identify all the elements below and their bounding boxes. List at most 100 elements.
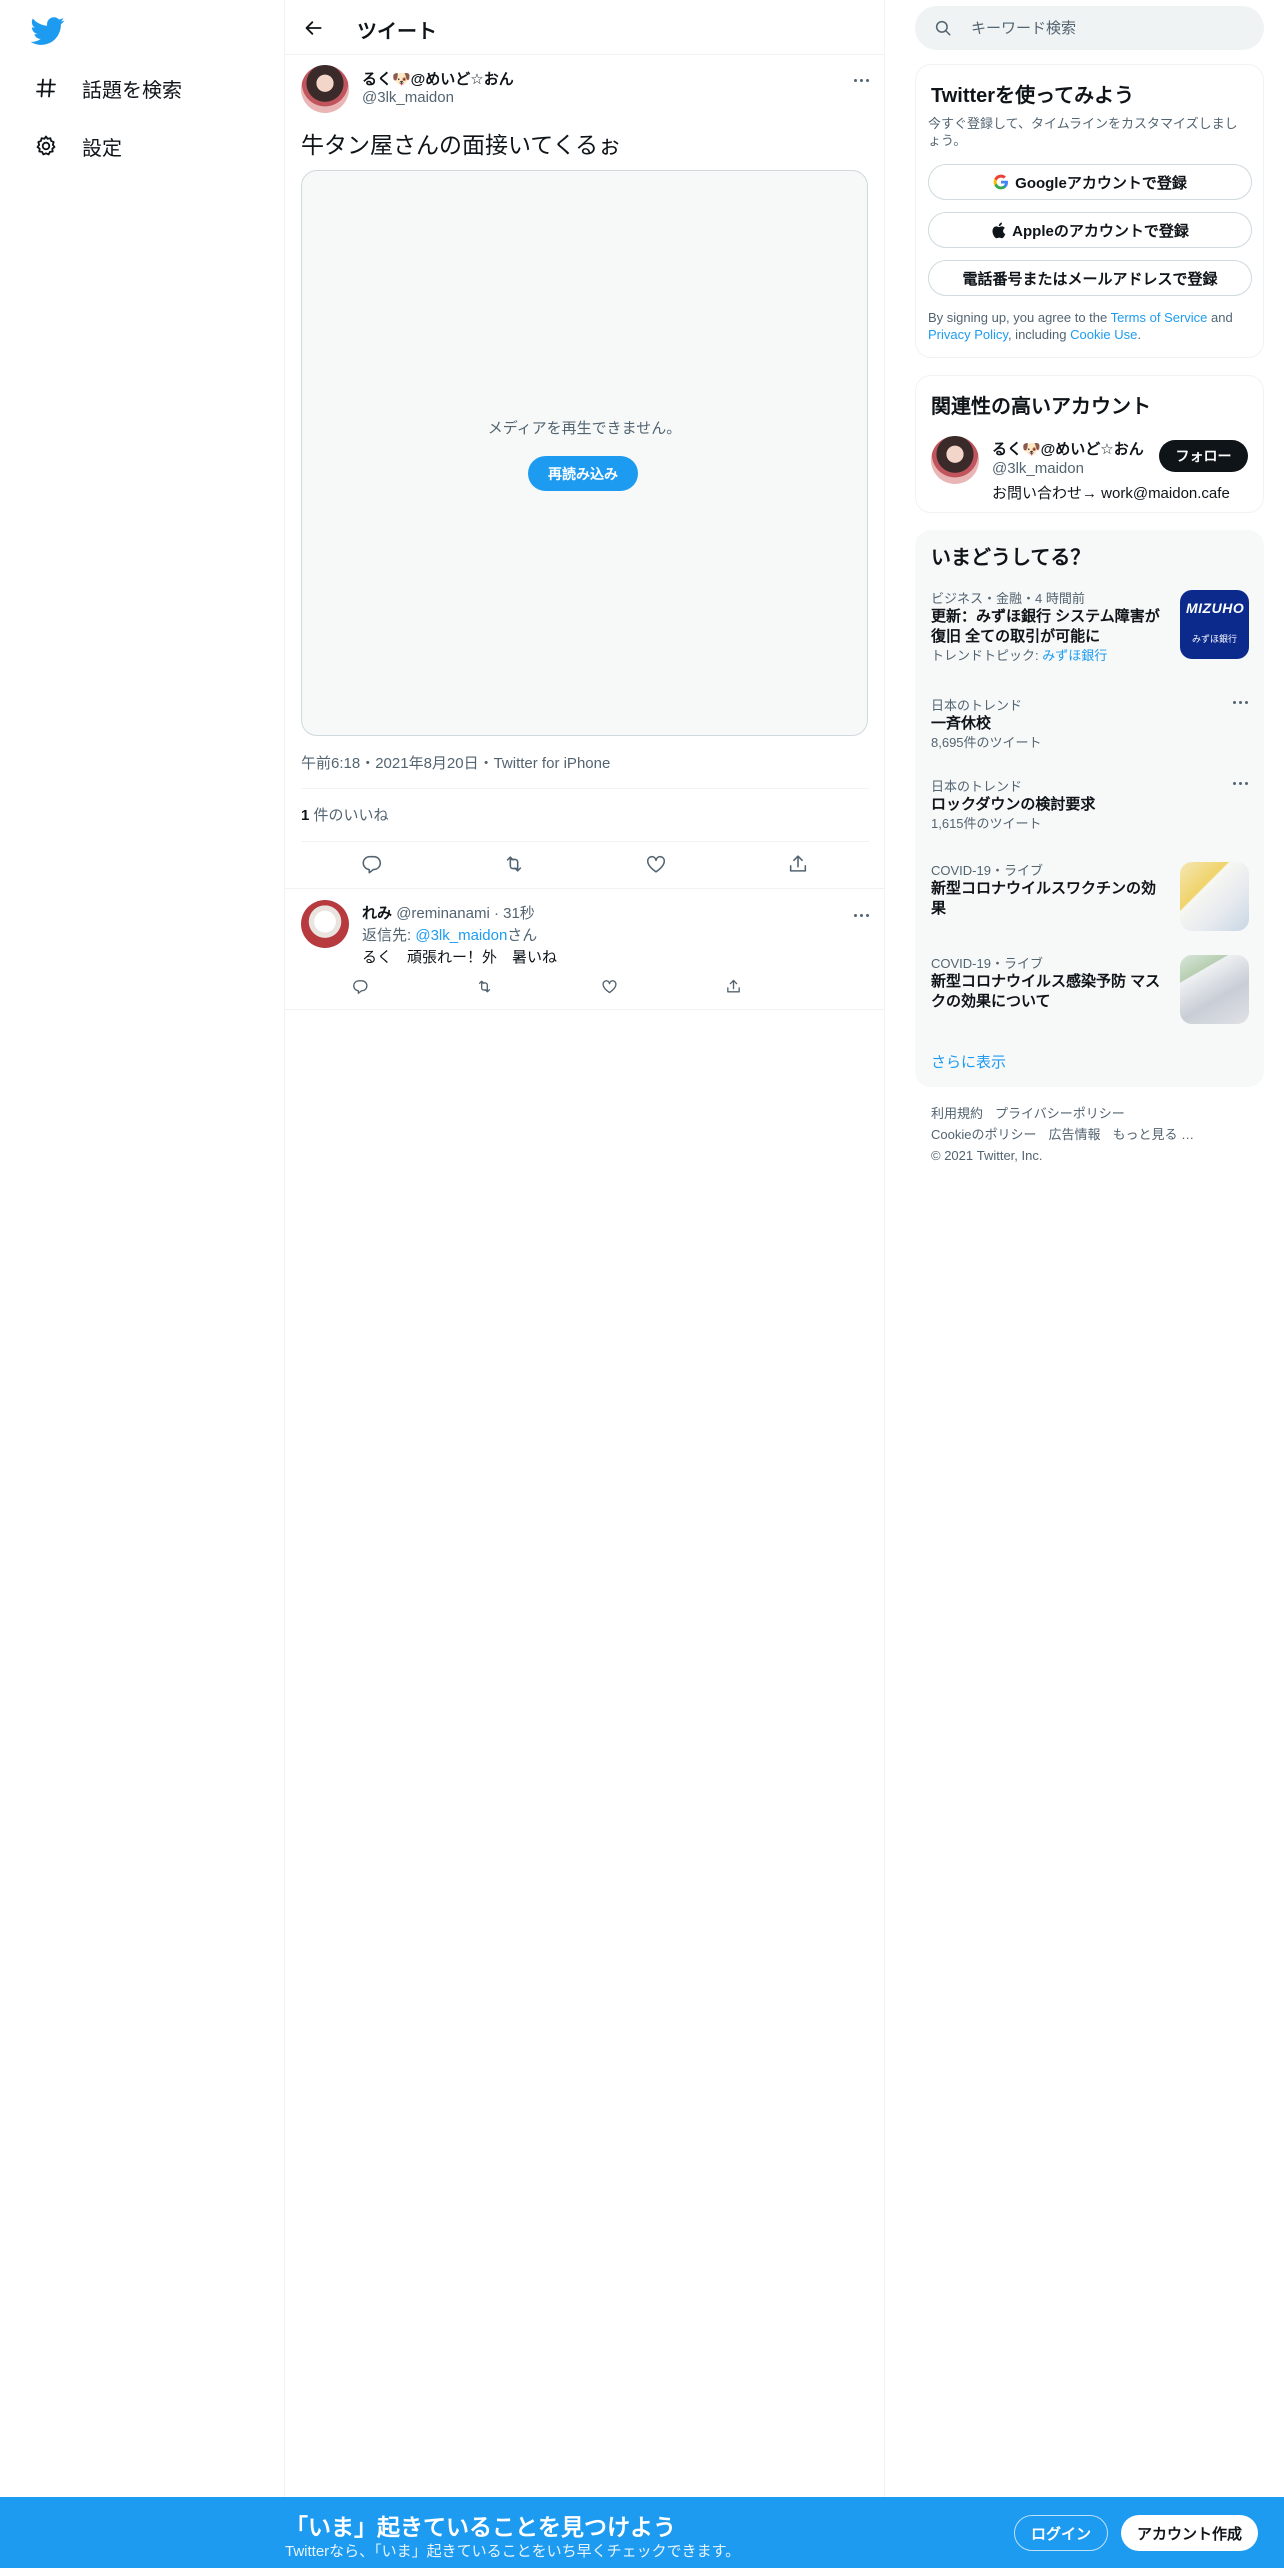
divider bbox=[301, 788, 869, 789]
likes-count[interactable]: 1 件のいいね bbox=[301, 804, 389, 825]
footer-more-link[interactable]: もっと見る … bbox=[1112, 1127, 1194, 1142]
left-sidebar: 話題を検索 設定 bbox=[0, 0, 285, 2497]
reply-header: れみ @reminanami · 31秒 bbox=[362, 902, 535, 923]
create-account-button[interactable]: アカウント作成 bbox=[1121, 2515, 1258, 2551]
like-button[interactable] bbox=[639, 847, 673, 881]
separator-dot: · bbox=[493, 905, 499, 922]
trend-count: 1,615件のツイート bbox=[931, 816, 1042, 831]
apple-signup-button[interactable]: Appleのアカウントで登録 bbox=[928, 212, 1252, 248]
trend-name: ロックダウンの検討要求 bbox=[931, 796, 1096, 813]
bottom-bar-title: 「いま」起きていることを見つけよう bbox=[285, 2514, 676, 2540]
reply-button[interactable] bbox=[355, 847, 389, 881]
signup-card: Twitterを使ってみよう 今すぐ登録して、タイムラインをカスタマイズしましょ… bbox=[915, 64, 1264, 358]
reply-tweet[interactable]: れみ @reminanami · 31秒 返信先: @3lk_maidonさん … bbox=[285, 888, 885, 1010]
reply-author-handle[interactable]: @reminanami bbox=[396, 905, 490, 922]
trend-thumbnail bbox=[1180, 955, 1249, 1024]
trend-item[interactable]: ビジネス・金融・4 時間前 更新：みずほ銀行 システム障害が復旧 全ての取引が可… bbox=[931, 590, 1249, 664]
page-title: ツイート bbox=[357, 21, 437, 43]
signup-title: Twitterを使ってみよう bbox=[931, 85, 1135, 107]
relevant-accounts-title: 関連性の高いアカウント bbox=[931, 396, 1151, 418]
more-icon[interactable] bbox=[1231, 701, 1249, 704]
avatar[interactable] bbox=[301, 900, 349, 948]
likes-label: 件のいいね bbox=[313, 807, 389, 824]
google-signup-label: Googleアカウントで登録 bbox=[1015, 174, 1187, 192]
login-button[interactable]: ログイン bbox=[1014, 2515, 1108, 2551]
author-name[interactable]: るく🐶@めいど☆おん bbox=[362, 68, 514, 89]
trend-name: 新型コロナウイルスワクチンの効果 bbox=[931, 880, 1157, 917]
footer-privacy-link[interactable]: プライバシーポリシー bbox=[995, 1106, 1125, 1121]
privacy-policy-link[interactable]: Privacy Policy bbox=[928, 327, 1008, 342]
relevant-accounts-card: 関連性の高いアカウント るく🐶@めいど☆おん @3lk_maidon お問い合わ… bbox=[915, 375, 1264, 513]
trend-item[interactable]: 日本のトレンド 一斉休校 8,695件のツイート bbox=[931, 697, 1249, 751]
thumbnail-text: みずほ銀行 bbox=[1192, 634, 1238, 644]
phone-email-signup-button[interactable]: 電話番号またはメールアドレスで登録 bbox=[928, 260, 1252, 296]
share-button[interactable] bbox=[721, 973, 747, 999]
reply-author-name[interactable]: れみ bbox=[362, 905, 392, 922]
footer-cookie-link[interactable]: Cookieのポリシー bbox=[931, 1127, 1036, 1142]
twitter-bird-icon[interactable] bbox=[31, 14, 65, 48]
trend-item[interactable]: 日本のトレンド ロックダウンの検討要求 1,615件のツイート bbox=[931, 778, 1249, 832]
heart-icon bbox=[602, 979, 617, 993]
trend-item[interactable]: COVID-19・ライブ 新型コロナウイルスワクチンの効果 bbox=[931, 862, 1249, 931]
reply-icon bbox=[352, 979, 367, 994]
google-signup-button[interactable]: Googleアカウントで登録 bbox=[928, 164, 1252, 200]
terms-of-service-link[interactable]: Terms of Service bbox=[1111, 310, 1208, 325]
reload-button[interactable]: 再読み込み bbox=[528, 456, 638, 491]
author-handle[interactable]: @3lk_maidon bbox=[362, 89, 454, 106]
nav-explore[interactable]: 話題を検索 bbox=[34, 68, 182, 108]
account-name[interactable]: るく🐶@めいど☆おん bbox=[992, 438, 1144, 459]
copyright: © 2021 Twitter, Inc. bbox=[931, 1148, 1043, 1163]
footer-links: 利用規約 プライバシーポリシー Cookieのポリシー 広告情報 もっと見る … © … bbox=[931, 1103, 1231, 1166]
avatar[interactable] bbox=[301, 65, 349, 113]
terms-text: . bbox=[1137, 327, 1141, 342]
heart-icon bbox=[646, 855, 666, 873]
share-button[interactable] bbox=[781, 847, 815, 881]
search-bar[interactable] bbox=[915, 6, 1264, 50]
trend-name: 新型コロナウイルス感染予防 マスクの効果について bbox=[931, 973, 1161, 1010]
reply-to-prefix: 返信先: bbox=[362, 927, 416, 944]
avatar[interactable] bbox=[931, 436, 979, 484]
like-button[interactable] bbox=[596, 973, 622, 999]
trend-topic-prefix: トレンドトピック: bbox=[931, 648, 1043, 663]
more-icon bbox=[852, 904, 870, 922]
reply-actions bbox=[347, 973, 747, 999]
show-more-link[interactable]: さらに表示 bbox=[931, 1051, 1006, 1072]
reply-to-handle[interactable]: @3lk_maidon bbox=[415, 927, 507, 944]
nav-settings[interactable]: 設定 bbox=[34, 126, 122, 166]
search-input[interactable] bbox=[971, 6, 1251, 50]
more-options-button[interactable] bbox=[849, 903, 873, 923]
trend-item[interactable]: COVID-19・ライブ 新型コロナウイルス感染予防 マスクの効果について bbox=[931, 955, 1249, 1024]
reply-text: るく 頑張れー！外 暑いね bbox=[362, 949, 558, 966]
signup-terms: By signing up, you agree to the Terms of… bbox=[928, 309, 1254, 343]
trend-topic-link[interactable]: みずほ銀行 bbox=[1042, 648, 1107, 663]
tweet-actions bbox=[301, 847, 869, 881]
reply-button[interactable] bbox=[347, 973, 373, 999]
trend-count: 8,695件のツイート bbox=[931, 735, 1042, 750]
account-handle[interactable]: @3lk_maidon bbox=[992, 460, 1084, 477]
cookie-use-link[interactable]: Cookie Use bbox=[1070, 327, 1137, 342]
trends-title: いまどうしてる？ bbox=[931, 547, 1091, 569]
retweet-button[interactable] bbox=[472, 973, 498, 999]
retweet-icon bbox=[506, 856, 522, 872]
follow-button[interactable]: フォロー bbox=[1159, 440, 1248, 472]
retweet-icon bbox=[479, 980, 491, 992]
reply-icon bbox=[362, 855, 382, 874]
trend-name: 一斉休校 bbox=[931, 715, 992, 732]
footer-ads-link[interactable]: 広告情報 bbox=[1048, 1127, 1100, 1142]
terms-text: By signing up, you agree to the bbox=[928, 310, 1111, 325]
tweet-text: 牛タン屋さんの面接いてくるぉ bbox=[301, 132, 622, 158]
back-arrow-icon bbox=[305, 21, 322, 35]
more-options-button[interactable] bbox=[849, 68, 873, 88]
terms-text: , including bbox=[1007, 327, 1071, 342]
nav-settings-label: 設定 bbox=[82, 137, 122, 160]
main-column: ツイート るく🐶@めいど☆おん @3lk_maidon 牛タン屋さんの面接いてく… bbox=[285, 0, 885, 2497]
tweet-timestamp[interactable]: 午前6:18・2021年8月20日・Twitter for iPhone bbox=[301, 752, 610, 773]
reply-time[interactable]: 31秒 bbox=[503, 905, 535, 922]
share-icon bbox=[727, 979, 741, 992]
retweet-button[interactable] bbox=[497, 847, 531, 881]
footer-terms-link[interactable]: 利用規約 bbox=[931, 1106, 983, 1121]
more-icon[interactable] bbox=[1231, 782, 1249, 785]
back-button[interactable] bbox=[299, 13, 329, 43]
likes-number: 1 bbox=[301, 807, 310, 824]
thumbnail-text: MIZUHO bbox=[1186, 600, 1245, 616]
